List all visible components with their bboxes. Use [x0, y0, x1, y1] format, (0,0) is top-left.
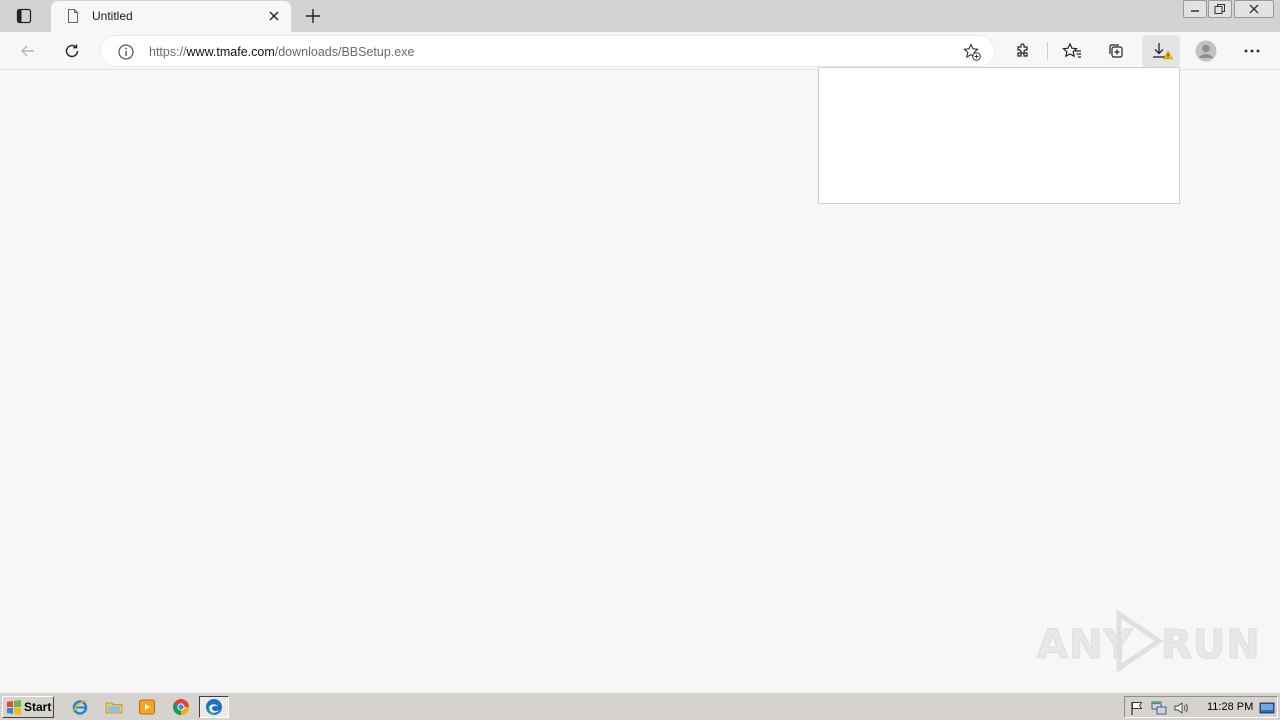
tab-close-button[interactable] [265, 7, 283, 25]
tab-untitled[interactable]: Untitled [51, 1, 291, 32]
more-icon [1244, 49, 1260, 53]
taskbar-file-explorer[interactable] [102, 696, 126, 718]
show-desktop-icon[interactable] [1259, 700, 1275, 716]
address-bar[interactable]: https://www.tmafe.com/downloads/BBSetup.… [100, 35, 995, 67]
minimize-icon [1191, 10, 1199, 12]
downloads-warning-icon [1153, 43, 1173, 60]
add-favorite-icon[interactable] [962, 42, 982, 62]
taskbar-edge[interactable] [199, 696, 229, 718]
url-host: www.tmafe.com [186, 45, 275, 59]
media-player-icon [139, 699, 155, 715]
chrome-icon [173, 699, 189, 715]
restore-icon [1214, 4, 1225, 14]
internet-explorer-icon [72, 700, 88, 715]
url-prefix: https:// [149, 45, 187, 59]
tab-actions-button[interactable] [10, 5, 38, 27]
minimize-button[interactable] [1183, 0, 1207, 18]
close-icon [1249, 4, 1259, 14]
file-explorer-icon [105, 702, 123, 714]
favorites-icon [1062, 42, 1081, 58]
taskbar-media-player[interactable] [135, 696, 159, 718]
site-info-icon[interactable] [117, 43, 135, 61]
downloads-flyout [818, 67, 1180, 204]
taskbar: Start 11:28 PM [0, 692, 1280, 720]
edge-icon [206, 699, 222, 715]
extensions-icon [1017, 43, 1028, 57]
flag-icon[interactable] [1129, 700, 1145, 716]
taskbar-chrome[interactable] [169, 696, 193, 718]
refresh-button[interactable] [56, 35, 88, 67]
network-icon[interactable] [1151, 700, 1167, 716]
system-tray: 11:28 PM [1124, 696, 1278, 718]
volume-icon[interactable] [1173, 700, 1189, 716]
back-icon [21, 45, 34, 57]
windows-logo-icon [7, 700, 21, 715]
profile-button[interactable] [1190, 35, 1222, 67]
anyrun-watermark: ANY RUN [1036, 610, 1260, 672]
downloads-button[interactable] [1142, 35, 1180, 67]
favorites-button[interactable] [1056, 35, 1088, 67]
settings-more-button[interactable] [1236, 35, 1268, 67]
window-close-button[interactable] [1234, 0, 1274, 18]
url-path: /downloads/BBSetup.exe [274, 45, 415, 59]
plus-icon [306, 9, 320, 23]
back-button[interactable] [12, 35, 44, 67]
page-icon [68, 9, 78, 23]
browser-toolbar: https://www.tmafe.com/downloads/BBSetup.… [0, 32, 1280, 70]
profile-icon [1195, 40, 1217, 62]
restore-button[interactable] [1208, 0, 1232, 18]
extensions-button[interactable] [1007, 35, 1039, 67]
toolbar-divider [1047, 42, 1048, 60]
collections-icon [1109, 44, 1123, 58]
start-button[interactable]: Start [2, 696, 54, 718]
new-tab-button[interactable] [300, 3, 326, 29]
refresh-icon [65, 44, 79, 58]
clock[interactable]: 11:28 PM [1207, 701, 1253, 713]
collections-button[interactable] [1100, 35, 1132, 67]
close-icon [269, 11, 279, 21]
tab-title: Untitled [92, 9, 133, 23]
start-label: Start [24, 700, 52, 714]
taskbar-internet-explorer[interactable] [68, 696, 92, 718]
play-logo-icon [1116, 610, 1164, 672]
watermark-right-text: RUN [1161, 622, 1261, 669]
url-text[interactable]: https://www.tmafe.com/downloads/BBSetup.… [149, 45, 414, 59]
tab-actions-icon [16, 8, 32, 24]
tab-strip: Untitled [0, 0, 1280, 32]
